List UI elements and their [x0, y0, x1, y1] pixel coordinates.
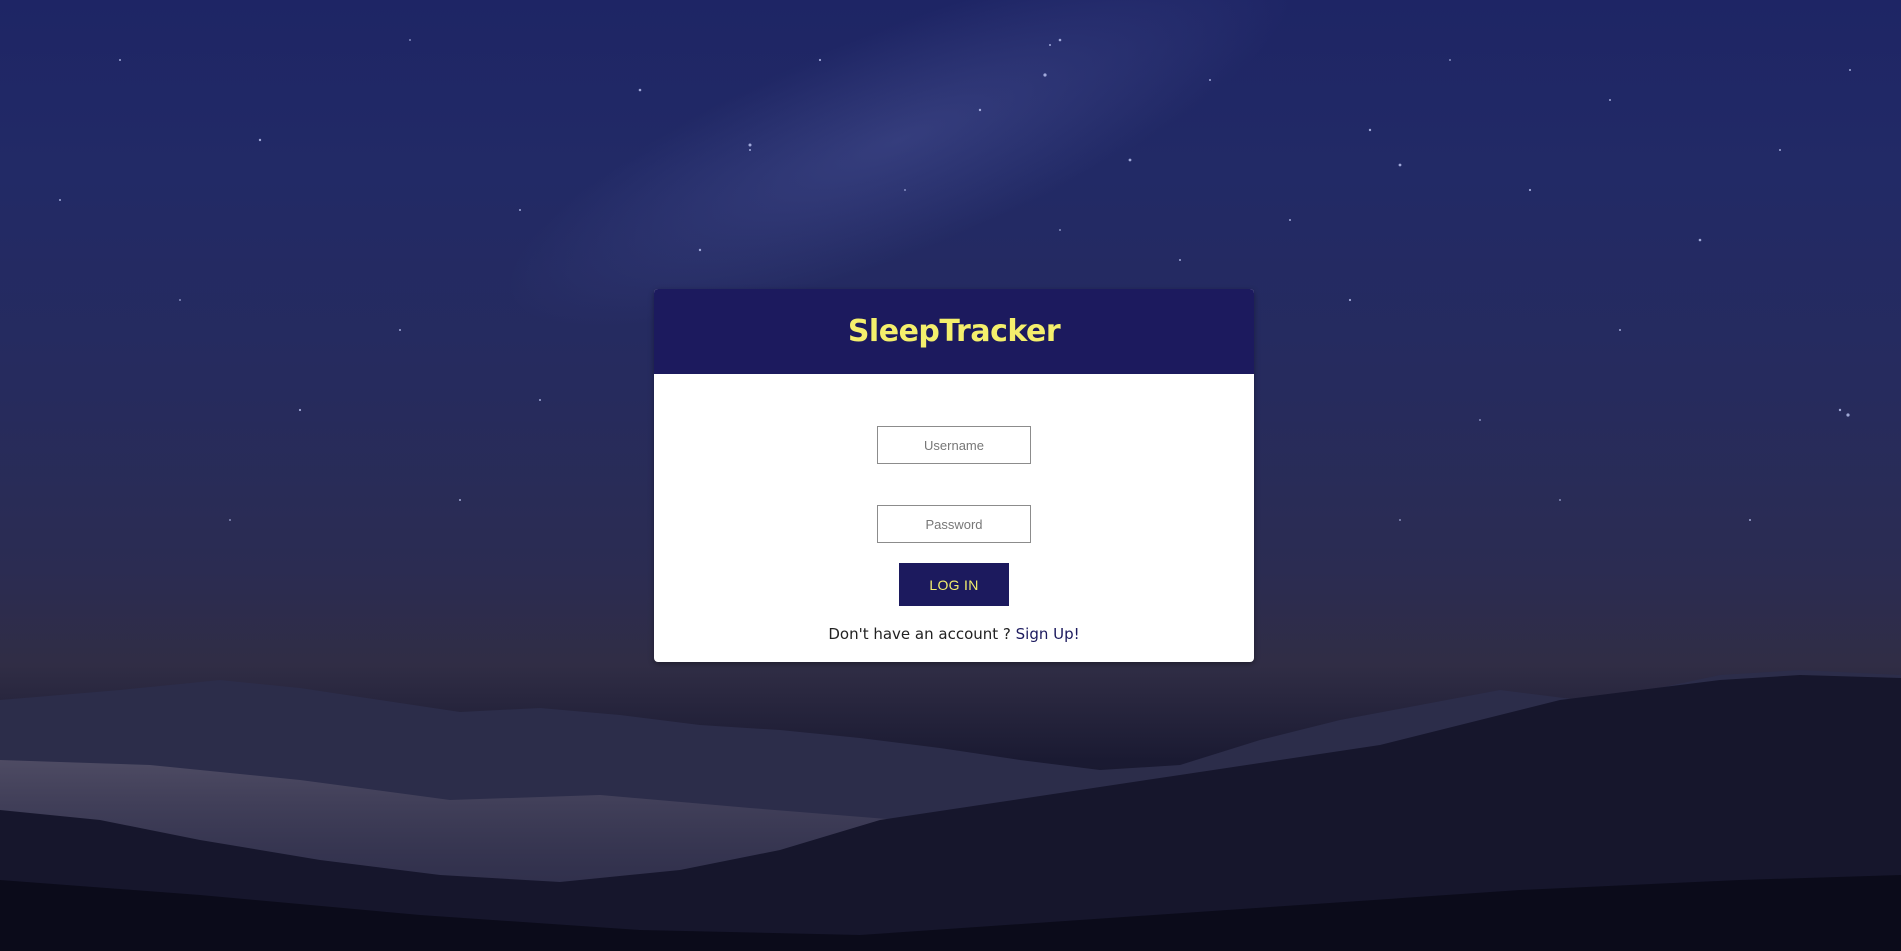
- signup-link[interactable]: Sign Up!: [1016, 625, 1080, 643]
- login-form: LOG IN Don't have an account ? Sign Up!: [654, 374, 1254, 643]
- login-card: SleepTracker LOG IN Don't have an accoun…: [654, 289, 1254, 662]
- password-input[interactable]: [877, 505, 1031, 543]
- login-button[interactable]: LOG IN: [899, 563, 1009, 606]
- username-input[interactable]: [877, 426, 1031, 464]
- signup-prompt-text: Don't have an account ?: [828, 625, 1016, 643]
- card-header: SleepTracker: [654, 289, 1254, 374]
- app-title: SleepTracker: [847, 314, 1061, 349]
- signup-prompt: Don't have an account ? Sign Up!: [828, 625, 1079, 643]
